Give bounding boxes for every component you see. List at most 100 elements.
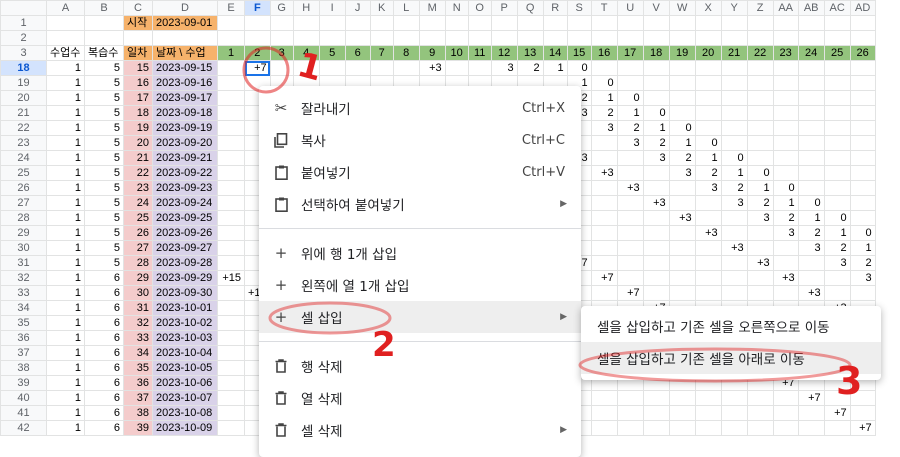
cell-U20[interactable]: 0 bbox=[616, 90, 644, 106]
cell-W33[interactable] bbox=[668, 285, 696, 301]
column-header-A[interactable]: A bbox=[46, 0, 85, 16]
cell-D24[interactable]: 2023-09-21 bbox=[152, 150, 218, 166]
cell-AC1[interactable] bbox=[823, 15, 851, 31]
cell-F2[interactable] bbox=[244, 30, 271, 46]
cell-D40[interactable]: 2023-10-07 bbox=[152, 390, 218, 406]
cell-Z26[interactable]: 1 bbox=[746, 180, 774, 196]
row-header[interactable]: 20 bbox=[0, 90, 47, 106]
cell-D28[interactable]: 2023-09-25 bbox=[152, 210, 218, 226]
cell-AC25[interactable] bbox=[823, 165, 851, 181]
cell-AD26[interactable] bbox=[849, 180, 876, 196]
cell-X32[interactable] bbox=[694, 270, 722, 286]
cell-D19[interactable]: 2023-09-16 bbox=[152, 75, 218, 91]
row-header[interactable]: 38 bbox=[0, 360, 47, 376]
cell-C38[interactable]: 35 bbox=[123, 360, 153, 376]
cell-AD22[interactable] bbox=[849, 120, 876, 136]
menu-item-copy[interactable]: 복사 Ctrl+C bbox=[259, 124, 581, 156]
cell-K2[interactable] bbox=[369, 30, 394, 46]
cell-V25[interactable] bbox=[642, 165, 670, 181]
cell-C19[interactable]: 16 bbox=[123, 75, 153, 91]
cell-AA33[interactable] bbox=[772, 285, 799, 301]
cell-Z22[interactable] bbox=[746, 120, 774, 136]
cell-C24[interactable]: 21 bbox=[123, 150, 153, 166]
cell-Z18[interactable] bbox=[746, 60, 774, 76]
cell-X41[interactable] bbox=[694, 405, 722, 421]
cell-AC26[interactable] bbox=[823, 180, 851, 196]
cell-B2[interactable] bbox=[84, 30, 124, 46]
cell-A38[interactable]: 1 bbox=[46, 360, 85, 376]
cell-AC29[interactable]: 1 bbox=[823, 225, 851, 241]
cell-Z31[interactable]: +3 bbox=[746, 255, 774, 271]
cell-T41[interactable] bbox=[590, 405, 618, 421]
cell-Y21[interactable] bbox=[720, 105, 748, 121]
cell-U33[interactable]: +7 bbox=[616, 285, 644, 301]
cell-D23[interactable]: 2023-09-20 bbox=[152, 135, 218, 151]
cell-P1[interactable] bbox=[490, 15, 518, 31]
cell-V29[interactable] bbox=[642, 225, 670, 241]
menu-item-delete-col[interactable]: 열 삭제 bbox=[259, 382, 581, 414]
day-header-cell[interactable]: 26 bbox=[849, 45, 876, 61]
cell-G18[interactable] bbox=[269, 60, 294, 76]
column-header-E[interactable]: E bbox=[217, 0, 245, 16]
cell-C28[interactable]: 25 bbox=[123, 210, 153, 226]
cell-J2[interactable] bbox=[344, 30, 371, 46]
cell-C40[interactable]: 37 bbox=[123, 390, 153, 406]
cell-B1[interactable] bbox=[84, 15, 124, 31]
day-header-cell[interactable]: 11 bbox=[467, 45, 492, 61]
cell-C1[interactable]: 시작 bbox=[123, 15, 153, 31]
cell-E1[interactable] bbox=[217, 15, 245, 31]
cell-A27[interactable]: 1 bbox=[46, 195, 85, 211]
row-header[interactable]: 42 bbox=[0, 420, 47, 436]
cell-U40[interactable] bbox=[616, 390, 644, 406]
cell-AB18[interactable] bbox=[797, 60, 825, 76]
cell-D18[interactable]: 2023-09-15 bbox=[152, 60, 218, 76]
cell-C25[interactable]: 22 bbox=[123, 165, 153, 181]
cell-B25[interactable]: 5 bbox=[84, 165, 124, 181]
cell-AB31[interactable] bbox=[797, 255, 825, 271]
cell-C37[interactable]: 34 bbox=[123, 345, 153, 361]
cell-AA40[interactable] bbox=[772, 390, 799, 406]
cell-U31[interactable] bbox=[616, 255, 644, 271]
day-header-cell[interactable]: 2 bbox=[244, 45, 271, 61]
cell-X2[interactable] bbox=[694, 30, 722, 46]
cell-AD33[interactable] bbox=[849, 285, 876, 301]
cell-W40[interactable] bbox=[668, 390, 696, 406]
cell-E36[interactable] bbox=[217, 330, 245, 346]
cell-T32[interactable]: +7 bbox=[590, 270, 618, 286]
cell-T31[interactable] bbox=[590, 255, 618, 271]
cell-T24[interactable] bbox=[590, 150, 618, 166]
cell-L1[interactable] bbox=[392, 15, 420, 31]
cell-N18[interactable] bbox=[444, 60, 469, 76]
day-header-cell[interactable]: 7 bbox=[369, 45, 394, 61]
cell-A36[interactable]: 1 bbox=[46, 330, 85, 346]
cell-T27[interactable] bbox=[590, 195, 618, 211]
cell-X29[interactable]: +3 bbox=[694, 225, 722, 241]
day-header-cell[interactable]: 19 bbox=[668, 45, 696, 61]
cell-B22[interactable]: 5 bbox=[84, 120, 124, 136]
cell-E32[interactable]: +15 bbox=[217, 270, 245, 286]
cell-S1[interactable] bbox=[566, 15, 592, 31]
cell-B40[interactable]: 6 bbox=[84, 390, 124, 406]
cell-Q18[interactable]: 2 bbox=[516, 60, 544, 76]
cell-AB22[interactable] bbox=[797, 120, 825, 136]
cell-C34[interactable]: 31 bbox=[123, 300, 153, 316]
cell-A23[interactable]: 1 bbox=[46, 135, 85, 151]
cell-Y40[interactable] bbox=[720, 390, 748, 406]
cell-AD1[interactable] bbox=[849, 15, 876, 31]
menu-item-delete-cells[interactable]: 셀 삭제 ▶ bbox=[259, 414, 581, 446]
column-header-K[interactable]: K bbox=[369, 0, 394, 16]
cell-E26[interactable] bbox=[217, 180, 245, 196]
corner-cell[interactable] bbox=[0, 0, 47, 16]
cell-E21[interactable] bbox=[217, 105, 245, 121]
cell-P2[interactable] bbox=[490, 30, 518, 46]
cell-AC30[interactable]: 2 bbox=[823, 240, 851, 256]
cell-AB1[interactable] bbox=[797, 15, 825, 31]
cell-O18[interactable] bbox=[467, 60, 492, 76]
cell-AC28[interactable]: 0 bbox=[823, 210, 851, 226]
cell-B41[interactable]: 6 bbox=[84, 405, 124, 421]
cell-AB25[interactable] bbox=[797, 165, 825, 181]
cell-W19[interactable] bbox=[668, 75, 696, 91]
row-header[interactable]: 27 bbox=[0, 195, 47, 211]
cell-A25[interactable]: 1 bbox=[46, 165, 85, 181]
row-header[interactable]: 21 bbox=[0, 105, 47, 121]
